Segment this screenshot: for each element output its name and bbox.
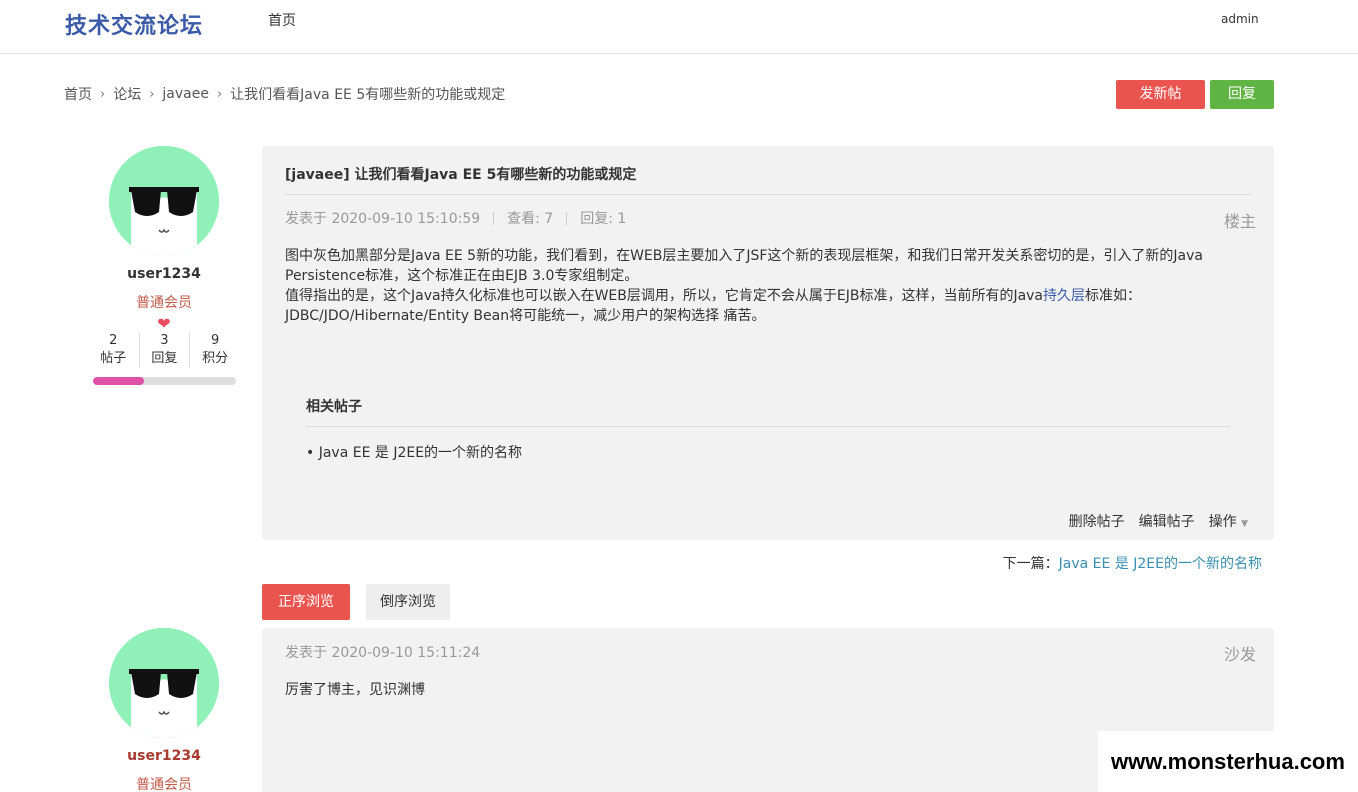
stat-posts[interactable]: 2 帖子 [88, 332, 139, 368]
breadcrumb-separator: › [100, 86, 106, 102]
inline-link[interactable]: 持久层 [1043, 288, 1085, 304]
divider [493, 211, 495, 225]
author-stats: 2 帖子 3 回复 9 积分 [88, 332, 240, 368]
post-date: 发表于 2020-09-10 15:11:24 [285, 645, 481, 661]
top-header: 技术交流论坛 首页 admin [0, 0, 1358, 54]
reply-author-sidebar: user1234 普通会员 [88, 628, 240, 792]
sort-descending-button[interactable]: 倒序浏览 [366, 584, 450, 620]
stat-label: 积分 [202, 351, 229, 366]
stat-points[interactable]: 9 积分 [189, 332, 240, 368]
author-group: 普通会员 [136, 777, 192, 792]
author-username[interactable]: user1234 [88, 266, 240, 282]
breadcrumb-separator: › [216, 86, 223, 102]
heart-icon: ❤ [157, 314, 171, 333]
stat-value: 2 [109, 333, 118, 348]
stat-value: 3 [160, 333, 169, 348]
stat-value: 9 [210, 333, 220, 348]
author-sidebar: user1234 普通会员 ❤ 2 帖子 3 回复 9 积分 [88, 146, 240, 385]
caret-down-icon: ▼ [1241, 519, 1248, 529]
breadcrumb-home[interactable]: 首页 [64, 84, 92, 104]
divider [306, 426, 1230, 427]
user-menu[interactable]: admin [1221, 12, 1259, 26]
divider [566, 211, 568, 225]
cat-sunglasses-avatar-icon [109, 628, 219, 738]
related-posts-title: 相关帖子 [306, 399, 362, 415]
post-paragraph: 图中灰色加黑部分是Java EE 5新的功能，我们看到，在WEB层主要加入了JS… [285, 248, 1204, 284]
breadcrumb-current-thread[interactable]: 让我们看看Java EE 5有哪些新的功能或规定 [230, 84, 505, 104]
sort-ascending-button[interactable]: 正序浏览 [262, 584, 350, 620]
delete-post-button[interactable]: 删除帖子 [1069, 511, 1125, 531]
edit-post-button[interactable]: 编辑帖子 [1139, 511, 1195, 531]
avatar[interactable] [109, 628, 219, 738]
post-title: [javaee] 让我们看看Java EE 5有哪些新的功能或规定 [285, 167, 637, 183]
stat-label: 帖子 [100, 351, 127, 366]
breadcrumb-separator: › [149, 86, 155, 102]
post-actions: 删除帖子 编辑帖子 操作 ▼ [1069, 511, 1248, 531]
next-post: 下一篇：Java EE 是 J2EE的一个新的名称 [1003, 553, 1262, 573]
reply-button[interactable]: 回复 [1210, 80, 1274, 109]
breadcrumb: 首页 › 论坛 › javaee › 让我们看看Java EE 5有哪些新的功能… [64, 84, 505, 104]
level-progress-fill [92, 377, 144, 385]
breadcrumb-forum[interactable]: 论坛 [113, 84, 141, 104]
more-actions-menu[interactable]: 操作 ▼ [1209, 511, 1248, 531]
site-logo[interactable]: 技术交流论坛 [65, 8, 203, 40]
level-progress-bar [92, 377, 236, 385]
post-replies: 回复: 1 [580, 211, 627, 227]
next-post-link[interactable]: Java EE 是 J2EE的一个新的名称 [1059, 556, 1262, 572]
post-meta: 发表于 2020-09-10 15:11:24 [285, 642, 480, 662]
watermark: www.monsterhua.com [1098, 731, 1358, 792]
post-paragraph: 值得指出的是，这个Java持久化标准也可以嵌入在WEB层调用，所以，它肯定不会从… [285, 286, 1253, 326]
floor-label: 楼主 [1223, 212, 1256, 231]
stat-label: 回复 [151, 351, 178, 366]
stat-replies[interactable]: 3 回复 [138, 332, 190, 368]
post-body: 图中灰色加黑部分是Java EE 5新的功能，我们看到，在WEB层主要加入了JS… [285, 246, 1253, 326]
related-post-link[interactable]: • Java EE 是 J2EE的一个新的名称 [306, 442, 522, 462]
post-date: 发表于 2020-09-10 15:10:59 [285, 211, 481, 227]
author-group: 普通会员 [136, 295, 192, 311]
new-post-button[interactable]: 发新帖 [1116, 80, 1205, 109]
more-actions-label: 操作 [1208, 514, 1237, 530]
nav-home-link[interactable]: 首页 [268, 10, 296, 30]
author-username[interactable]: user1234 [88, 748, 240, 764]
floor-label: 沙发 [1223, 645, 1256, 664]
cat-sunglasses-avatar-icon [109, 146, 219, 256]
breadcrumb-board[interactable]: javaee [162, 86, 209, 102]
avatar[interactable] [109, 146, 219, 256]
divider [285, 194, 1251, 195]
main-post: [javaee] 让我们看看Java EE 5有哪些新的功能或规定 发表于 20… [262, 146, 1274, 540]
post-views: 查看: 7 [507, 211, 554, 227]
post-text: 值得指出的是，这个Java持久化标准也可以嵌入在WEB层调用，所以，它肯定不会从… [285, 288, 1044, 304]
next-post-label: 下一篇： [1002, 556, 1059, 572]
post-meta: 发表于 2020-09-10 15:10:59 查看: 7 回复: 1 [285, 208, 626, 228]
post-body: 厉害了博主，见识渊博 [285, 682, 425, 698]
